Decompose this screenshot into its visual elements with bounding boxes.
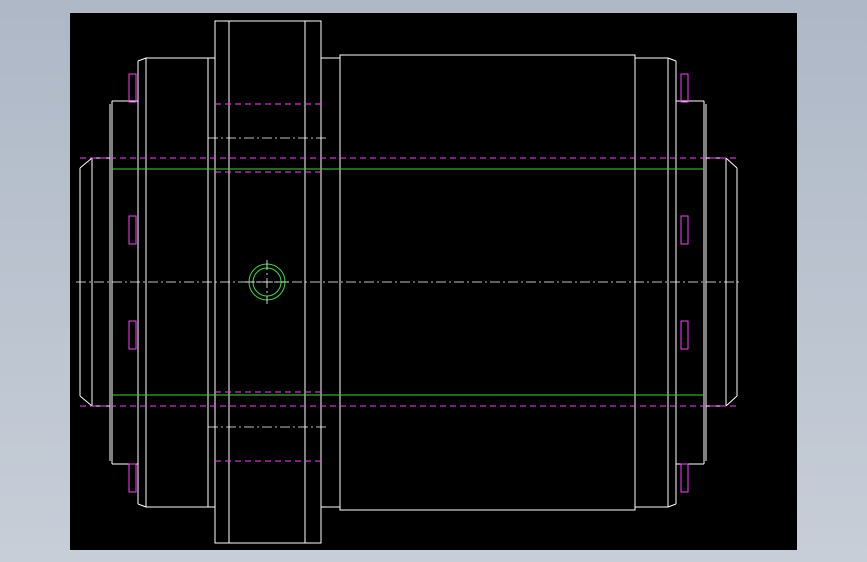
coupling-drawing bbox=[76, 20, 742, 544]
left-hub-step bbox=[109, 100, 138, 465]
left-fasteners bbox=[128, 73, 137, 493]
right-fasteners bbox=[680, 73, 689, 493]
center-lines bbox=[76, 137, 742, 428]
left-end-plate bbox=[137, 57, 215, 508]
hidden-lines bbox=[80, 103, 737, 462]
main-body bbox=[339, 54, 677, 511]
radial-hole bbox=[245, 260, 289, 304]
right-hub-step bbox=[676, 100, 707, 465]
drawing-canvas[interactable] bbox=[70, 13, 797, 550]
